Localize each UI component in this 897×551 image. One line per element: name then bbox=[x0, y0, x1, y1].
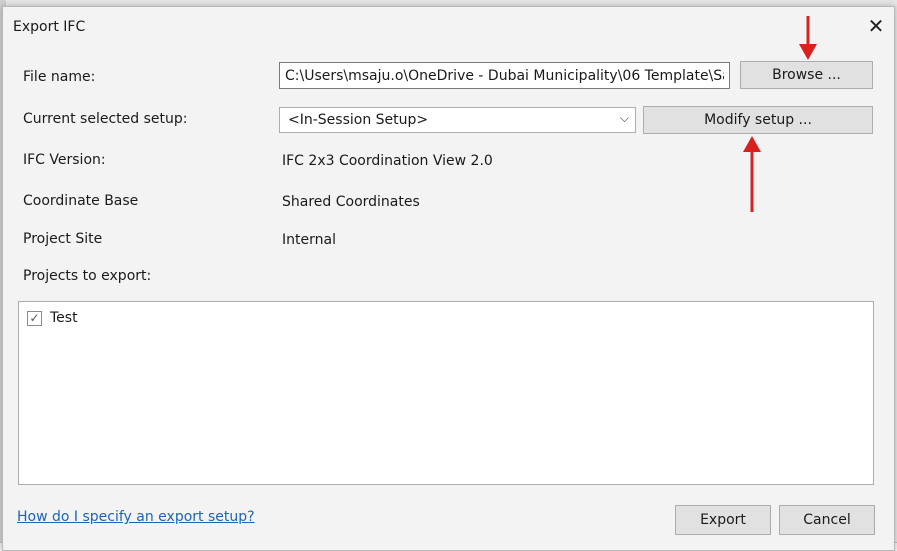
project-site-label: Project Site bbox=[23, 231, 103, 247]
help-link[interactable]: How do I specify an export setup? bbox=[17, 509, 255, 525]
titlebar: Export IFC ✕ bbox=[3, 7, 894, 47]
project-site-value: Internal bbox=[282, 232, 336, 248]
export-ifc-dialog: Export IFC ✕ File name: Browse ... Curre… bbox=[2, 6, 895, 551]
list-item[interactable]: ✓ Test bbox=[27, 308, 78, 328]
project-name: Test bbox=[50, 310, 78, 326]
file-name-label: File name: bbox=[23, 69, 96, 85]
project-checkbox[interactable]: ✓ bbox=[27, 310, 42, 326]
export-button[interactable]: Export bbox=[675, 505, 771, 535]
coordinate-base-value: Shared Coordinates bbox=[282, 194, 420, 210]
setup-select[interactable]: <In-Session Setup> ⌵ bbox=[279, 107, 636, 133]
close-icon: ✕ bbox=[867, 14, 885, 38]
ifc-version-label: IFC Version: bbox=[23, 152, 106, 168]
projects-to-export-label: Projects to export: bbox=[23, 268, 152, 284]
ifc-version-value: IFC 2x3 Coordination View 2.0 bbox=[282, 153, 493, 169]
coordinate-base-label: Coordinate Base bbox=[23, 193, 139, 209]
cancel-button[interactable]: Cancel bbox=[779, 505, 875, 535]
setup-label: Current selected setup: bbox=[23, 111, 188, 127]
setup-selected-value: <In-Session Setup> bbox=[288, 112, 429, 128]
modify-setup-button[interactable]: Modify setup ... bbox=[643, 106, 873, 134]
browse-button[interactable]: Browse ... bbox=[740, 61, 873, 89]
projects-list: ✓ Test bbox=[18, 301, 874, 485]
dialog-title: Export IFC bbox=[13, 19, 86, 35]
chevron-down-icon: ⌵ bbox=[619, 111, 629, 125]
file-name-input[interactable] bbox=[279, 62, 730, 89]
checkmark-icon: ✓ bbox=[29, 311, 40, 325]
close-button[interactable]: ✕ bbox=[864, 15, 888, 39]
